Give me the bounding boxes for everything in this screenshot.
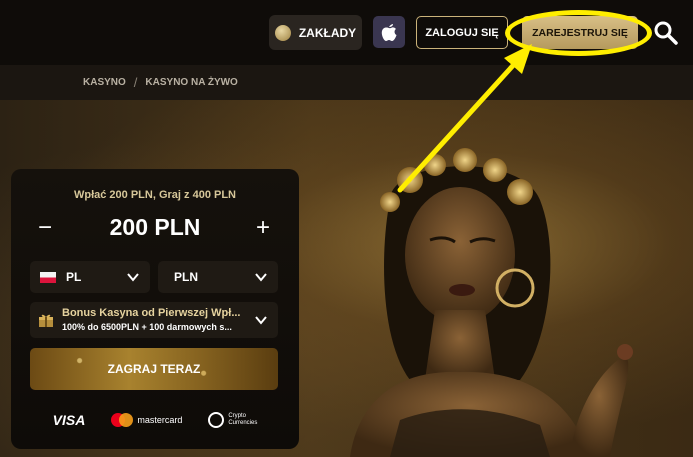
bonus-description: 100% do 6500PLN + 100 darmowych s... [62,322,232,332]
bets-label: ZAKŁADY [298,25,357,40]
play-now-button[interactable]: ZAGRAJ TERAZ [30,348,278,390]
crypto-label-1: Crypto [228,413,247,419]
country-value: PL [66,270,82,284]
breadcrumb: KASYNO / KASYNO NA ŻYWO [0,65,693,100]
crypto-label-2: Currencies [228,420,258,426]
chevron-down-icon [255,316,267,325]
poland-flag-icon [40,271,56,283]
currency-select[interactable]: PLN [158,261,278,293]
deposit-offer-title: Wpłać 200 PLN, Graj z 400 PLN [73,189,236,201]
crypto-icon [208,412,225,428]
annotation-highlight-ellipse [505,10,652,56]
search-icon[interactable] [653,20,679,46]
mastercard-label: mastercard [137,415,183,425]
login-label: ZALOGUJ SIĘ [425,26,499,39]
country-select[interactable]: PL [30,261,150,293]
bonus-name: Bonus Kasyna od Pierwszej Wpł... [62,307,241,319]
chevron-down-icon [255,273,267,282]
apple-icon [381,24,397,41]
chevron-down-icon [127,273,139,282]
breadcrumb-separator: / [133,75,138,90]
currency-value: PLN [174,270,198,284]
mastercard-icon [111,413,134,427]
football-icon [274,24,291,41]
bets-button[interactable]: ZAKŁADY [269,15,362,50]
deposit-panel: Wpłać 200 PLN, Graj z 400 PLN − 200 PLN … [11,169,299,449]
visa-logo: VISA [52,412,86,428]
apple-app-button[interactable] [373,16,405,48]
decrease-amount-button[interactable]: − [33,216,57,240]
mastercard-logo: mastercard [111,413,182,427]
breadcrumb-casino[interactable]: KASYNO [83,77,126,88]
deposit-amount[interactable]: 200 PLN [71,214,239,241]
hero-woman-image [350,148,633,457]
increase-amount-button[interactable]: + [251,216,275,240]
crypto-logo: Crypto Currencies [208,412,257,428]
login-button[interactable]: ZALOGUJ SIĘ [416,16,508,49]
bonus-select[interactable]: Bonus Kasyna od Pierwszej Wpł... 100% do… [30,302,278,338]
breadcrumb-live-casino[interactable]: KASYNO NA ŻYWO [145,77,237,88]
play-now-label: ZAGRAJ TERAZ [107,362,201,376]
gift-icon [39,314,53,327]
payment-methods: VISA mastercard Crypto Currencies [11,407,299,433]
